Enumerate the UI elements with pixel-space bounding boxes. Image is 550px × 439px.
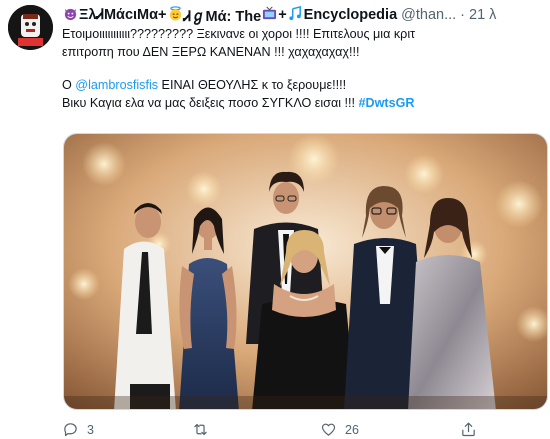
tweet-line-3: Ο @lambrosfisfis ΕΙΝΑΙ ΘΕΟΥΛΗΣ κ το ξερο… [62,77,542,95]
tweet-line-2: επιτροπη που ΔΕΝ ΞΕΡΩ ΚΑΝΕΝΑΝ !!! χαχαχα… [62,44,360,59]
tweet-line-4: Βικυ Καγια ελα να μας δειξεις ποσο ΣΥΓΚΛ… [62,95,542,113]
reply-button[interactable]: 3 [62,421,192,438]
like-count: 26 [345,422,359,437]
tv-emoji-icon [262,6,277,24]
reply-count: 3 [87,422,94,437]
hashtag-link[interactable]: #DwtsGR [359,96,415,110]
tweet-photo[interactable] [63,133,548,410]
plus-sign-2: + [278,7,287,23]
timestamp[interactable]: 21 λ [469,7,496,23]
tweet-text: Ετοιμοιιιιιιιιιιι????????? Ξεκινανε οι χ… [62,26,542,112]
share-button[interactable] [460,421,477,438]
like-button[interactable]: 26 [320,421,460,438]
group-photo [64,134,547,409]
tweet-header: ΞλᏗΜάcιΜα + ᏗℊΜά: The + Encyclopedia @th… [62,5,547,25]
retweet-icon [194,423,207,436]
display-name-part[interactable]: ᏗℊΜά: The [184,5,262,25]
separator-dot: · [460,7,466,23]
tweet-line-1: Ετοιμοιιιιιιιιιιι????????? Ξεκινανε οι χ… [62,27,416,41]
retweet-button[interactable] [192,421,320,438]
tweet-actions: 3 26 [62,420,542,439]
like-icon [321,423,336,436]
reply-icon [64,423,77,437]
mention-link[interactable]: @lambrosfisfis [75,78,158,92]
line3-prefix: Ο [62,78,76,92]
display-name[interactable]: ΞλᏗΜάcιΜα [79,7,158,23]
share-icon [462,422,475,437]
devil-emoji-icon [63,6,78,24]
line4-prefix: Βικυ Καγια ελα να μας δειξεις ποσο ΣΥΓΚΛ… [62,95,359,110]
angel-emoji-icon [168,6,183,24]
user-handle[interactable]: @than... [401,7,456,23]
display-name-part-3[interactable]: Encyclopedia [304,7,397,23]
plus-sign: + [158,7,167,23]
line3-suffix: ΕΙΝΑΙ ΘΕΟΥΛΗΣ κ το ξερουμε!!!! [158,78,347,92]
music-notes-emoji-icon [288,5,303,24]
avatar[interactable] [8,5,53,50]
